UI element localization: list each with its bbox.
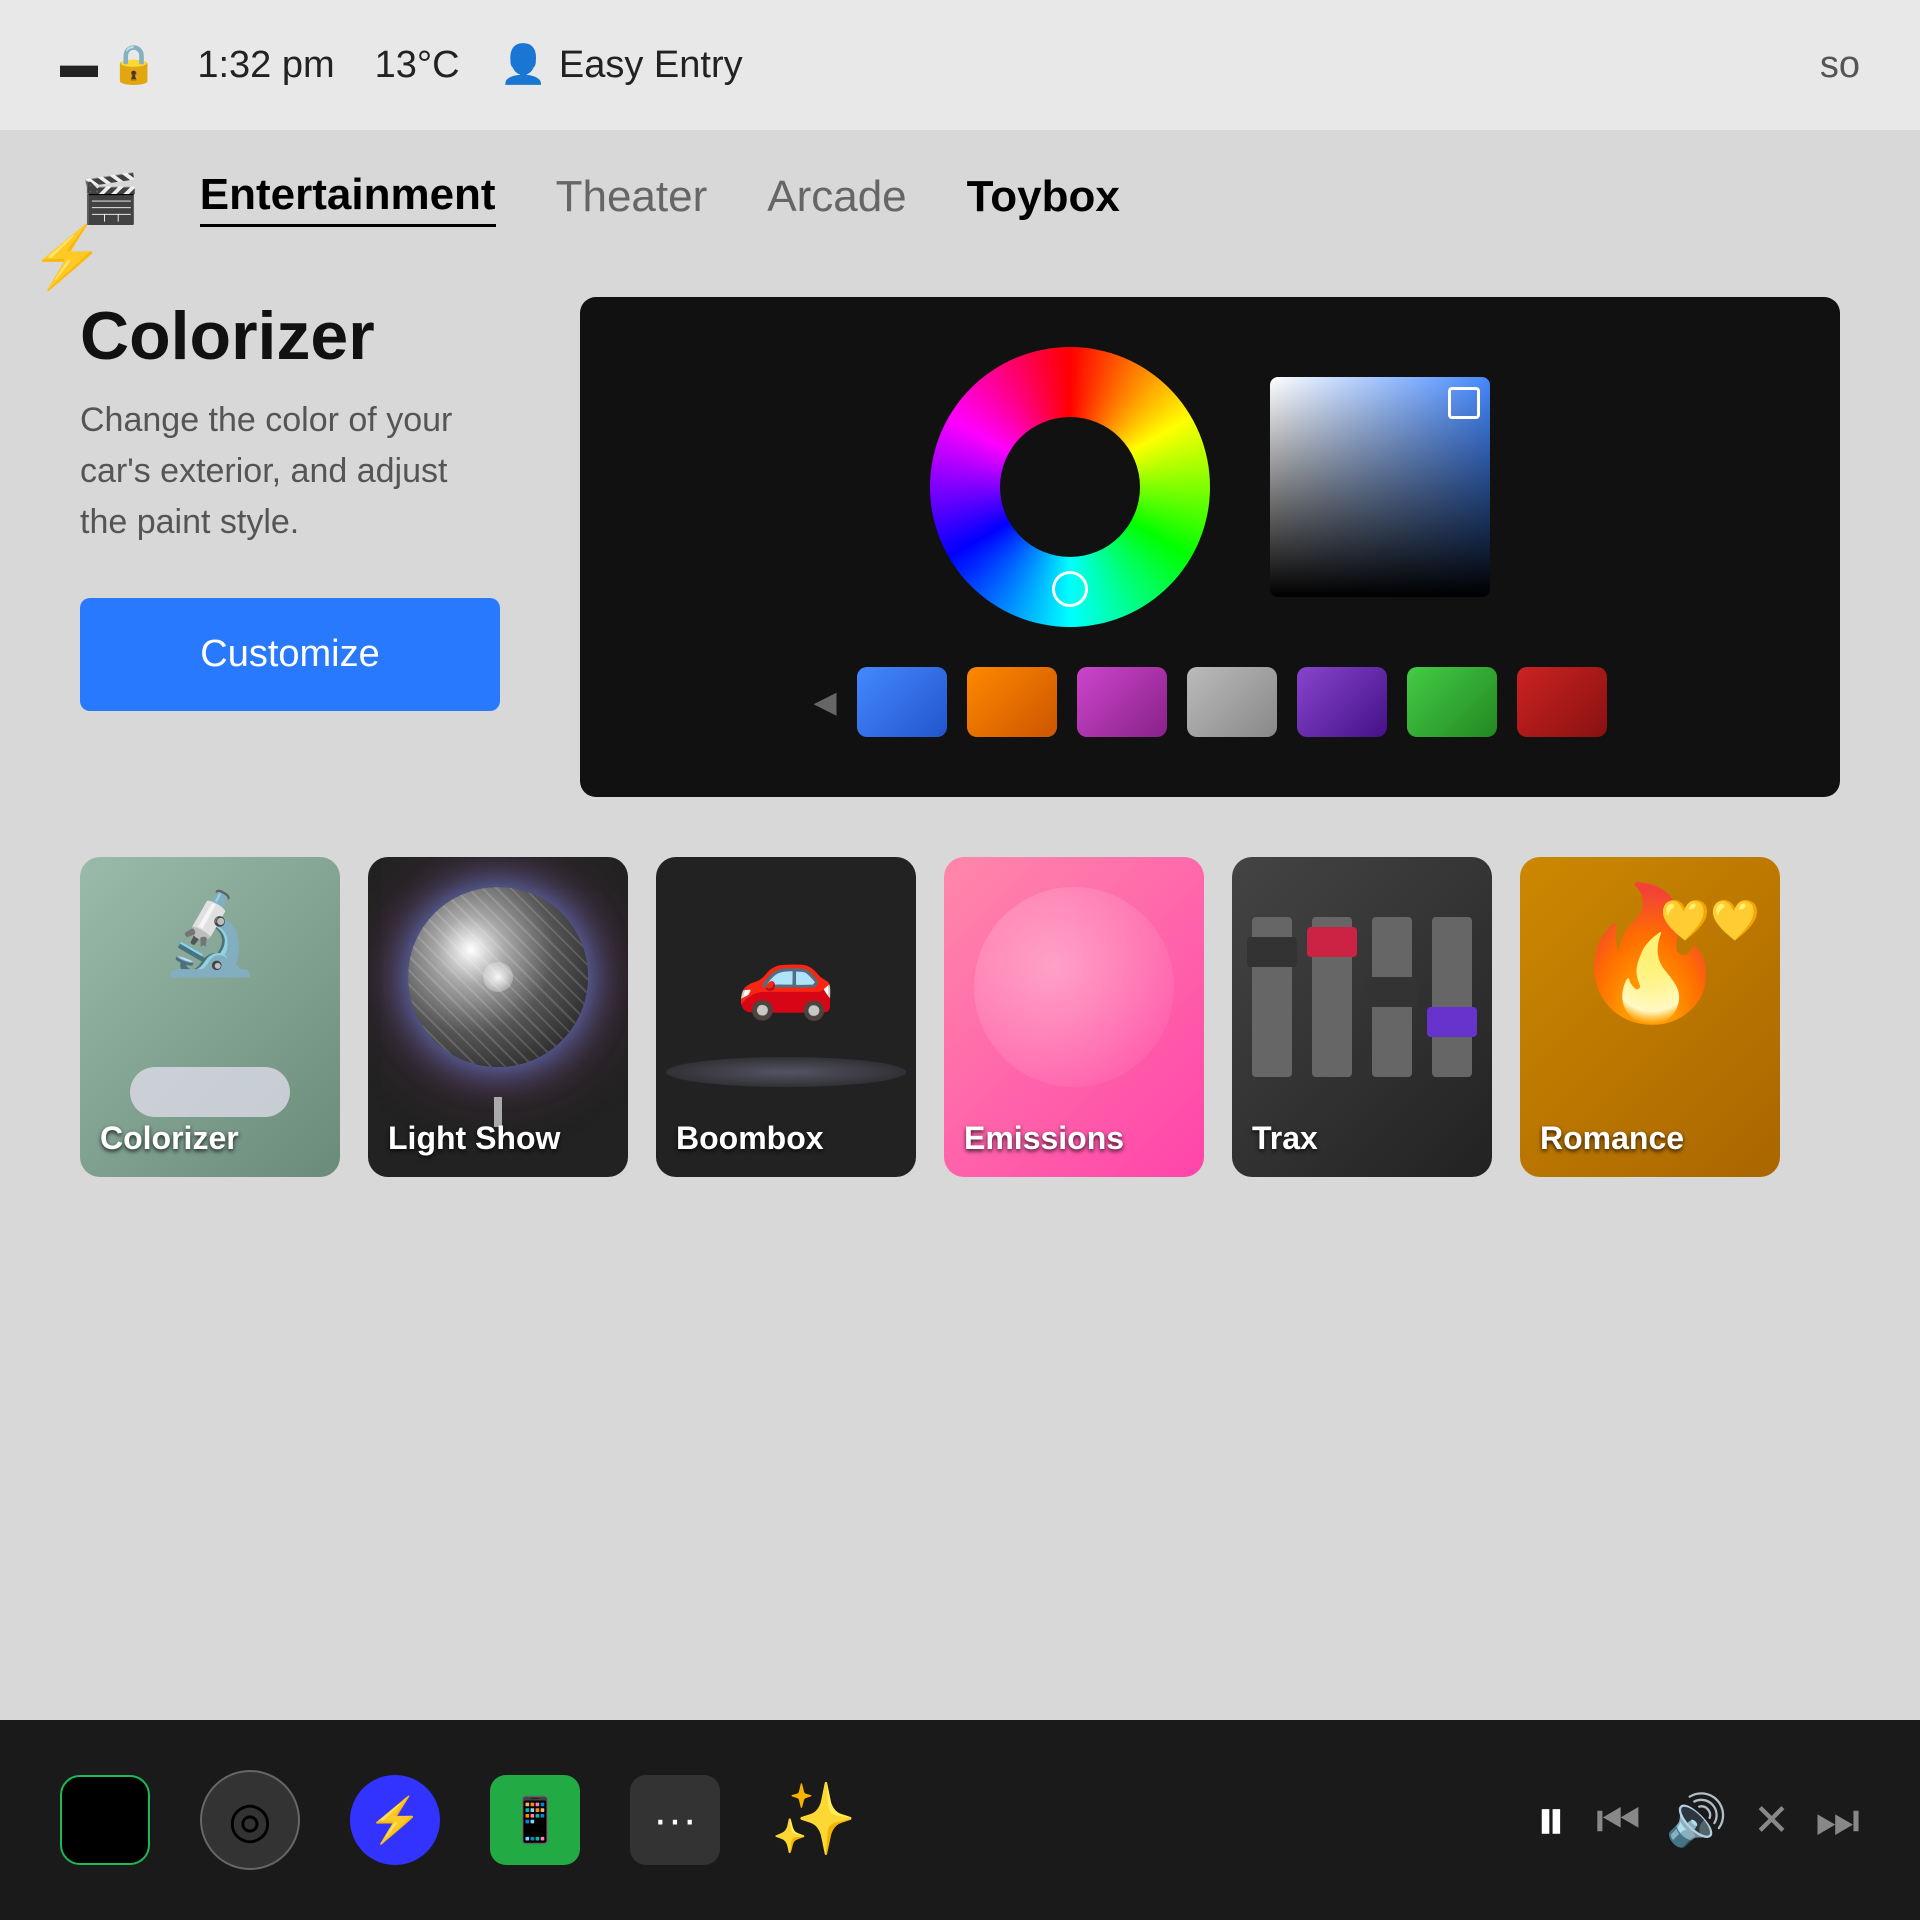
colorizer-card-icon: 🔬: [160, 887, 260, 981]
app-label-romance: Romance: [1540, 1120, 1684, 1157]
swatch-violet[interactable]: [1297, 667, 1387, 737]
swatch-green[interactable]: [1407, 667, 1497, 737]
color-saturation-picker[interactable]: [1270, 377, 1490, 597]
slider-handle-2[interactable]: [1307, 927, 1357, 957]
lock-icon: 🔒: [110, 43, 157, 87]
bluetooth-logo: ⚡: [368, 1794, 423, 1846]
colorizer-title: Colorizer: [80, 297, 500, 375]
color-wheel-container[interactable]: [930, 347, 1210, 627]
status-bar: ▬ 🔒 1:32 pm 13°C 👤 Easy Entry so: [0, 0, 1920, 130]
swatch-blue[interactable]: [857, 667, 947, 737]
apps-grid: 🔬 Colorizer Light Show 🚗 Boombox: [80, 857, 1840, 1177]
bluetooth-icon[interactable]: ⚡: [350, 1775, 440, 1865]
dots-icon[interactable]: ···: [630, 1775, 720, 1865]
app-card-colorizer[interactable]: 🔬 Colorizer: [80, 857, 340, 1177]
dots-logo: ···: [653, 1795, 697, 1845]
play-button[interactable]: ⏸: [1536, 1785, 1566, 1855]
app-card-boombox[interactable]: 🚗 Boombox: [656, 857, 916, 1177]
star-logo: ✨: [770, 1780, 857, 1858]
slider-track-4: [1432, 917, 1472, 1077]
prev-button[interactable]: ⏮: [1596, 1791, 1641, 1850]
green-app-icon[interactable]: 📱: [490, 1775, 580, 1865]
app-card-trax[interactable]: Trax: [1232, 857, 1492, 1177]
slider-track-1: [1252, 917, 1292, 1077]
entertainment-icon: 🎬: [80, 170, 140, 227]
tab-arcade[interactable]: Arcade: [767, 172, 906, 226]
car-icon: 🚗: [736, 930, 836, 1024]
colorizer-description: Change the color of your car's exterior,…: [80, 395, 500, 548]
spotify-logo: ♫: [86, 1791, 124, 1849]
nav-tabs: 🎬 Entertainment Theater Arcade Toybox: [0, 130, 1920, 257]
signal-icon: ▬: [60, 44, 98, 87]
easy-entry-display: 👤 Easy Entry: [500, 43, 743, 87]
green-app-logo: 📱: [508, 1794, 563, 1846]
car-glow: [666, 1057, 906, 1087]
saturation-handle[interactable]: [1448, 387, 1480, 419]
color-wheel[interactable]: [930, 347, 1210, 627]
tab-entertainment[interactable]: Entertainment: [200, 170, 496, 227]
taskbar: ♫ ◎ ⚡ 📱 ··· ✨ ⏸ ⏮ 🔊 ✕ ⏭: [0, 1720, 1920, 1920]
colorizer-section: Colorizer Change the color of your car's…: [0, 257, 1920, 837]
swatch-purple-pink[interactable]: [1077, 667, 1167, 737]
disco-ball: [408, 887, 588, 1067]
disco-center: [483, 962, 513, 992]
taskbar-right: ⏸ ⏮ 🔊 ✕ ⏭: [1536, 1785, 1860, 1855]
mute-x-icon[interactable]: ✕: [1753, 1795, 1790, 1846]
color-picker-controls: [630, 347, 1790, 627]
mobilog-logo: ◎: [228, 1791, 272, 1849]
volume-icon: 🔊: [1666, 1791, 1728, 1850]
tab-theater[interactable]: Theater: [556, 172, 708, 226]
time-display: 1:32 pm: [197, 44, 334, 87]
lightning-icon: ⚡: [30, 222, 105, 293]
status-right: so: [1820, 44, 1860, 87]
color-swatches: ◀: [813, 667, 1606, 737]
app-card-emissions[interactable]: Emissions: [944, 857, 1204, 1177]
temperature-display: 13°C: [375, 44, 460, 87]
app-card-romance[interactable]: 🔥 💛💛 Romance: [1520, 857, 1780, 1177]
apps-section: 🔬 Colorizer Light Show 🚗 Boombox: [0, 837, 1920, 1237]
tab-toybox[interactable]: Toybox: [967, 172, 1120, 226]
romance-hearts: 💛💛: [1660, 897, 1760, 944]
slider-handle-3[interactable]: [1367, 977, 1417, 1007]
swatch-red[interactable]: [1517, 667, 1607, 737]
app-label-lightshow: Light Show: [388, 1120, 560, 1157]
customize-button[interactable]: Customize: [80, 598, 500, 711]
slider-track-3: [1372, 917, 1412, 1077]
trax-sliders: [1252, 877, 1472, 1077]
emissions-bubble: [974, 887, 1174, 1087]
app-card-lightshow[interactable]: Light Show: [368, 857, 628, 1177]
slider-track-2: [1312, 917, 1352, 1077]
swatch-orange[interactable]: [967, 667, 1057, 737]
colorizer-info: Colorizer Change the color of your car's…: [80, 297, 500, 711]
swatch-silver[interactable]: [1187, 667, 1277, 737]
spotify-icon[interactable]: ♫: [60, 1775, 150, 1865]
colorizer-card-blob: [130, 1067, 290, 1117]
main-content: 🎬 Entertainment Theater Arcade Toybox ⚡ …: [0, 130, 1920, 1720]
swatches-arrow[interactable]: ◀: [813, 685, 836, 720]
color-picker-preview: ◀: [580, 297, 1840, 797]
next-button[interactable]: ⏭: [1815, 1791, 1860, 1850]
mobilog-icon[interactable]: ◎: [200, 1770, 300, 1870]
person-icon: 👤: [500, 43, 547, 87]
color-wheel-inner: [1000, 417, 1140, 557]
app-label-trax: Trax: [1252, 1120, 1318, 1157]
media-controls: ⏮ 🔊 ✕ ⏭: [1596, 1791, 1860, 1850]
app-label-colorizer: Colorizer: [100, 1120, 239, 1157]
app-label-emissions: Emissions: [964, 1120, 1124, 1157]
star-icon[interactable]: ✨: [770, 1779, 857, 1861]
slider-handle-4[interactable]: [1427, 1007, 1477, 1037]
slider-handle-1[interactable]: [1247, 937, 1297, 967]
lock-icon-area: ▬ 🔒: [60, 43, 157, 87]
boombox-car-visual: 🚗: [676, 887, 896, 1067]
color-wheel-handle[interactable]: [1052, 571, 1088, 607]
app-label-boombox: Boombox: [676, 1120, 824, 1157]
